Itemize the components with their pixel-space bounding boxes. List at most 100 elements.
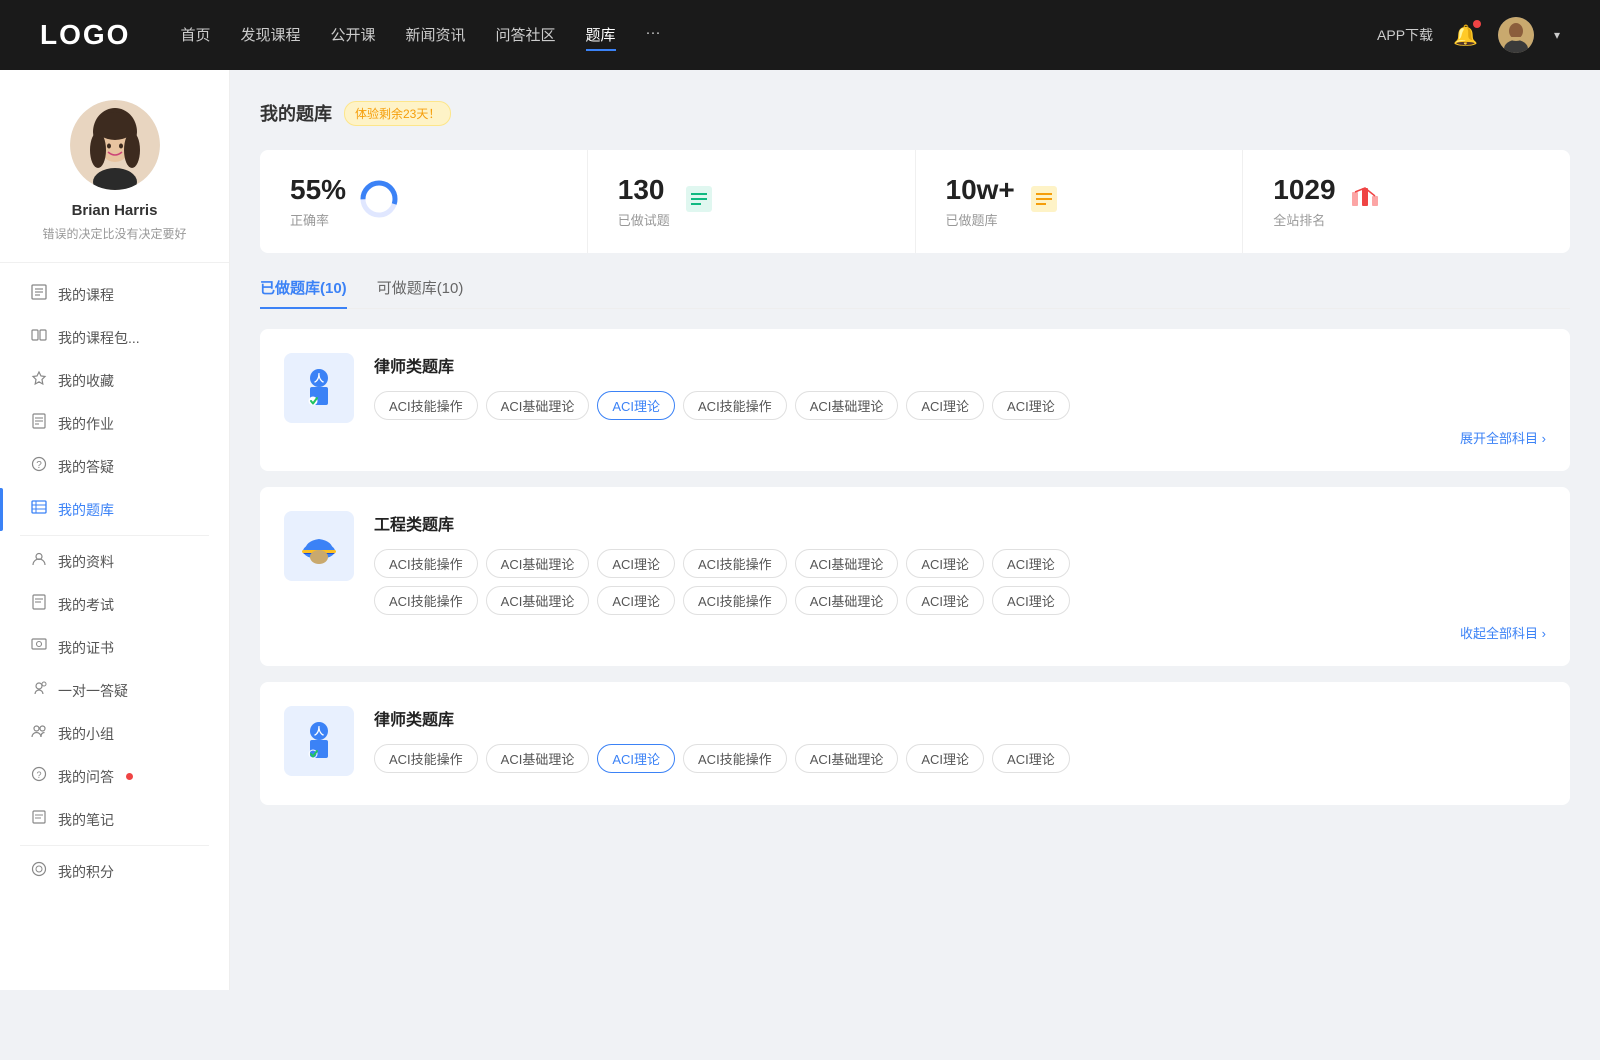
qbank-engineer-collapse[interactable]: 收起全部科目 bbox=[374, 623, 1546, 642]
sidebar-item-cert[interactable]: 我的证书 bbox=[0, 626, 229, 669]
sidebar-user-bio: 错误的决定比没有决定要好 bbox=[20, 225, 209, 242]
group-icon bbox=[30, 723, 48, 744]
tag-item[interactable]: ACI理论 bbox=[992, 391, 1070, 420]
collapse-label[interactable]: 收起全部科目 bbox=[1460, 626, 1546, 641]
sidebar-item-oneone[interactable]: 一对一答疑 bbox=[0, 669, 229, 712]
tag-item[interactable]: ACI基础理论 bbox=[486, 549, 590, 578]
app-download-link[interactable]: APP下载 bbox=[1377, 25, 1433, 45]
qbank-card-engineer: 工程类题库 ACI技能操作 ACI基础理论 ACI理论 ACI技能操作 ACI基… bbox=[260, 487, 1570, 666]
sidebar-item-favorites[interactable]: 我的收藏 bbox=[0, 359, 229, 402]
coursepack-icon bbox=[30, 327, 48, 348]
qbank-lawyer-1-expand[interactable]: 展开全部科目 bbox=[374, 428, 1546, 447]
tag-item-active[interactable]: ACI理论 bbox=[597, 391, 675, 420]
sidebar-label-myqa: 我的问答 bbox=[58, 767, 114, 787]
sidebar-label-qbank: 我的题库 bbox=[58, 500, 114, 520]
nav-opencourse[interactable]: 公开课 bbox=[330, 20, 375, 51]
nav-discover[interactable]: 发现课程 bbox=[240, 20, 300, 51]
tag-item[interactable]: ACI技能操作 bbox=[683, 586, 787, 615]
stat-done-q-text: 130 已做试题 bbox=[618, 174, 670, 229]
tag-item[interactable]: ACI技能操作 bbox=[683, 744, 787, 773]
tag-item[interactable]: ACI理论 bbox=[597, 586, 675, 615]
tag-item[interactable]: ACI基础理论 bbox=[795, 549, 899, 578]
sidebar-item-qbank[interactable]: 我的题库 bbox=[0, 488, 229, 531]
qbank-lawyer-2-body: 律师类题库 ACI技能操作 ACI基础理论 ACI理论 ACI技能操作 ACI基… bbox=[374, 706, 1546, 781]
sidebar-item-coursepack[interactable]: 我的课程包... bbox=[0, 316, 229, 359]
nav-news[interactable]: 新闻资讯 bbox=[406, 20, 466, 51]
notification-badge bbox=[1473, 20, 1481, 28]
expand-label[interactable]: 展开全部科目 bbox=[1460, 431, 1546, 446]
course-icon bbox=[30, 284, 48, 305]
divider-2 bbox=[20, 845, 209, 846]
qbank-icon bbox=[30, 499, 48, 520]
sidebar-item-profile[interactable]: 我的资料 bbox=[0, 540, 229, 583]
stat-accuracy-label: 正确率 bbox=[290, 210, 346, 229]
nav-more[interactable]: ··· bbox=[646, 20, 661, 51]
sidebar-item-questions[interactable]: ? 我的答疑 bbox=[0, 445, 229, 488]
tag-item[interactable]: ACI基础理论 bbox=[795, 744, 899, 773]
tag-item[interactable]: ACI技能操作 bbox=[683, 391, 787, 420]
sidebar-label-notes: 我的笔记 bbox=[58, 810, 114, 830]
sidebar-item-homework[interactable]: 我的作业 bbox=[0, 402, 229, 445]
tab-todo-banks[interactable]: 可做题库(10) bbox=[377, 277, 464, 308]
sidebar-item-notes[interactable]: 我的笔记 bbox=[0, 798, 229, 841]
qbank-card-lawyer-1: 人 律师类题库 ACI技能操作 ACI基础理论 ACI理论 ACI技能操作 AC… bbox=[260, 329, 1570, 471]
qbank-engineer-title: 工程类题库 bbox=[374, 511, 1546, 535]
sidebar-profile: Brian Harris 错误的决定比没有决定要好 bbox=[0, 100, 229, 263]
myqa-badge bbox=[126, 773, 133, 780]
tag-item[interactable]: ACI理论 bbox=[992, 744, 1070, 773]
sidebar-label-homework: 我的作业 bbox=[58, 414, 114, 434]
stat-done-b-label: 已做题库 bbox=[946, 210, 1015, 229]
nav-qa[interactable]: 问答社区 bbox=[496, 20, 556, 51]
sidebar-item-points[interactable]: 我的积分 bbox=[0, 850, 229, 893]
accuracy-pie-icon bbox=[360, 180, 398, 223]
stat-done-q-number: 130 bbox=[618, 174, 670, 206]
tag-item[interactable]: ACI技能操作 bbox=[374, 586, 478, 615]
sidebar-label-points: 我的积分 bbox=[58, 862, 114, 882]
sidebar-item-myqa[interactable]: ? 我的问答 bbox=[0, 755, 229, 798]
stat-rank-label: 全站排名 bbox=[1273, 210, 1335, 229]
sidebar-label-cert: 我的证书 bbox=[58, 638, 114, 658]
qbank-lawyer-icon-wrap: 人 bbox=[284, 353, 354, 423]
tag-item[interactable]: ACI理论 bbox=[992, 549, 1070, 578]
sidebar-avatar bbox=[70, 100, 160, 190]
tag-item[interactable]: ACI理论 bbox=[906, 391, 984, 420]
myqa-icon: ? bbox=[30, 766, 48, 787]
qbank-lawyer-2-title: 律师类题库 bbox=[374, 706, 1546, 730]
sidebar: Brian Harris 错误的决定比没有决定要好 我的课程 我的课程包... bbox=[0, 70, 230, 990]
exam-icon bbox=[30, 594, 48, 615]
tag-item[interactable]: ACI理论 bbox=[906, 586, 984, 615]
notification-bell[interactable]: 🔔 bbox=[1453, 23, 1478, 48]
tag-item[interactable]: ACI基础理论 bbox=[795, 586, 899, 615]
tag-item[interactable]: ACI基础理论 bbox=[795, 391, 899, 420]
sidebar-item-course[interactable]: 我的课程 bbox=[0, 273, 229, 316]
tag-item[interactable]: ACI理论 bbox=[597, 549, 675, 578]
tag-item[interactable]: ACI基础理论 bbox=[486, 391, 590, 420]
sidebar-label-exam: 我的考试 bbox=[58, 595, 114, 615]
svg-text:人: 人 bbox=[314, 725, 325, 738]
tag-item[interactable]: ACI技能操作 bbox=[374, 549, 478, 578]
main-content: 我的题库 体验剩余23天！ 55% 正确率 bbox=[230, 70, 1600, 990]
rank-icon bbox=[1350, 184, 1380, 219]
tag-item[interactable]: ACI理论 bbox=[992, 586, 1070, 615]
user-dropdown-icon[interactable]: ▾ bbox=[1554, 28, 1560, 42]
sidebar-item-group[interactable]: 我的小组 bbox=[0, 712, 229, 755]
svg-text:人: 人 bbox=[314, 372, 325, 385]
sidebar-item-exam[interactable]: 我的考试 bbox=[0, 583, 229, 626]
tag-item[interactable]: ACI基础理论 bbox=[486, 586, 590, 615]
tag-item[interactable]: ACI理论 bbox=[906, 549, 984, 578]
nav-qbank[interactable]: 题库 bbox=[586, 20, 616, 51]
qbank-lawyer-1-title: 律师类题库 bbox=[374, 353, 1546, 377]
user-avatar[interactable] bbox=[1498, 17, 1534, 53]
tag-item[interactable]: ACI技能操作 bbox=[683, 549, 787, 578]
sidebar-label-profile: 我的资料 bbox=[58, 552, 114, 572]
tag-item-active[interactable]: ACI理论 bbox=[597, 744, 675, 773]
sidebar-user-name: Brian Harris bbox=[20, 202, 209, 219]
nav-home[interactable]: 首页 bbox=[180, 20, 210, 51]
tag-item[interactable]: ACI技能操作 bbox=[374, 744, 478, 773]
tabs-bar: 已做题库(10) 可做题库(10) bbox=[260, 277, 1570, 309]
tab-done-banks[interactable]: 已做题库(10) bbox=[260, 277, 347, 308]
tag-item[interactable]: ACI技能操作 bbox=[374, 391, 478, 420]
engineer-icon bbox=[296, 523, 342, 569]
tag-item[interactable]: ACI基础理论 bbox=[486, 744, 590, 773]
tag-item[interactable]: ACI理论 bbox=[906, 744, 984, 773]
